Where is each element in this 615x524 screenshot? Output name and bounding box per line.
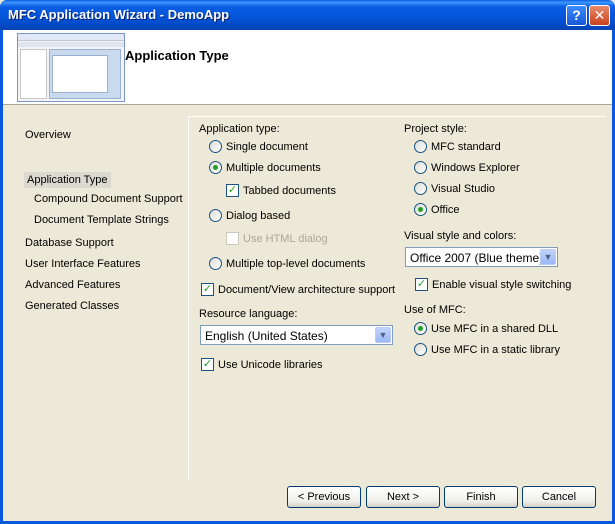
nav-item-application-type[interactable]: Application Type — [24, 172, 111, 188]
radio-indicator — [209, 209, 222, 222]
nav-item-advanced-features[interactable]: Advanced Features — [22, 277, 123, 293]
next-button[interactable]: Next > — [366, 486, 440, 508]
nav-item-database-support[interactable]: Database Support — [22, 235, 117, 251]
nav-item-overview[interactable]: Overview — [22, 127, 74, 143]
nav-item-generated-classes[interactable]: Generated Classes — [22, 298, 122, 314]
application-type-label: Application type: — [199, 123, 280, 135]
checkbox-enable-visual-style-switching[interactable]: ✓ Enable visual style switching — [415, 278, 571, 291]
checkbox-use-unicode-libraries[interactable]: ✓ Use Unicode libraries — [201, 358, 323, 371]
finish-button[interactable]: Finish — [444, 486, 518, 508]
checkmark-icon: ✓ — [201, 358, 214, 371]
wizard-nav: Overview Application Type Compound Docum… — [3, 105, 188, 485]
radio-indicator — [414, 343, 427, 356]
use-of-mfc-label: Use of MFC: — [404, 304, 466, 316]
checkmark-icon: ✓ — [415, 278, 428, 291]
checkbox-document-view-support[interactable]: ✓ Document/View architecture support — [201, 283, 395, 296]
previous-button[interactable]: < Previous — [287, 486, 361, 508]
wizard-header: Application Type — [3, 30, 612, 105]
radio-indicator — [414, 161, 427, 174]
wizard-content: Application type: Single document Multip… — [188, 116, 606, 481]
radio-indicator — [414, 203, 427, 216]
nav-item-user-interface-features[interactable]: User Interface Features — [22, 256, 144, 272]
app-preview-thumbnail-icon — [17, 33, 125, 102]
visual-style-select[interactable]: Office 2007 (Blue theme) ▼ — [405, 247, 558, 267]
radio-mfc-standard[interactable]: MFC standard — [414, 140, 501, 153]
radio-office[interactable]: Office — [414, 203, 460, 216]
radio-indicator — [209, 161, 222, 174]
radio-single-document[interactable]: Single document — [209, 140, 308, 153]
checkmark-icon: ✓ — [226, 184, 239, 197]
page-title: Application Type — [125, 48, 229, 63]
window-title: MFC Application Wizard - DemoApp — [8, 7, 230, 22]
radio-indicator — [209, 140, 222, 153]
checkbox-tabbed-documents[interactable]: ✓ Tabbed documents — [226, 184, 336, 197]
nav-item-document-template-strings[interactable]: Document Template Strings — [31, 212, 172, 228]
resource-language-select[interactable]: English (United States) ▼ — [200, 325, 393, 345]
radio-multiple-documents[interactable]: Multiple documents — [209, 161, 321, 174]
chevron-down-icon[interactable]: ▼ — [375, 327, 391, 343]
checkbox-use-html-dialog: Use HTML dialog — [226, 232, 328, 245]
close-button[interactable]: ✕ — [589, 5, 610, 26]
nav-item-compound-document-support[interactable]: Compound Document Support — [31, 191, 186, 207]
resource-language-label: Resource language: — [199, 308, 298, 320]
help-button[interactable]: ? — [566, 5, 587, 26]
dialog-client: Application Type Overview Application Ty… — [3, 30, 612, 521]
radio-dialog-based[interactable]: Dialog based — [209, 209, 290, 222]
radio-indicator — [414, 322, 427, 335]
radio-multiple-top-level-documents[interactable]: Multiple top-level documents — [209, 257, 365, 270]
radio-indicator — [209, 257, 222, 270]
chevron-down-icon[interactable]: ▼ — [540, 249, 556, 265]
visual-style-label: Visual style and colors: — [404, 230, 517, 242]
radio-visual-studio[interactable]: Visual Studio — [414, 182, 495, 195]
wizard-window: MFC Application Wizard - DemoApp ? ✕ App… — [0, 0, 615, 524]
checkmark-icon: ✓ — [201, 283, 214, 296]
radio-indicator — [414, 182, 427, 195]
cancel-button[interactable]: Cancel — [522, 486, 596, 508]
project-style-label: Project style: — [404, 123, 467, 135]
radio-use-mfc-shared-dll[interactable]: Use MFC in a shared DLL — [414, 322, 558, 335]
radio-indicator — [414, 140, 427, 153]
radio-use-mfc-static-library[interactable]: Use MFC in a static library — [414, 343, 560, 356]
checkbox-indicator — [226, 232, 239, 245]
title-bar[interactable]: MFC Application Wizard - DemoApp ? ✕ — [0, 0, 615, 30]
radio-windows-explorer[interactable]: Windows Explorer — [414, 161, 520, 174]
